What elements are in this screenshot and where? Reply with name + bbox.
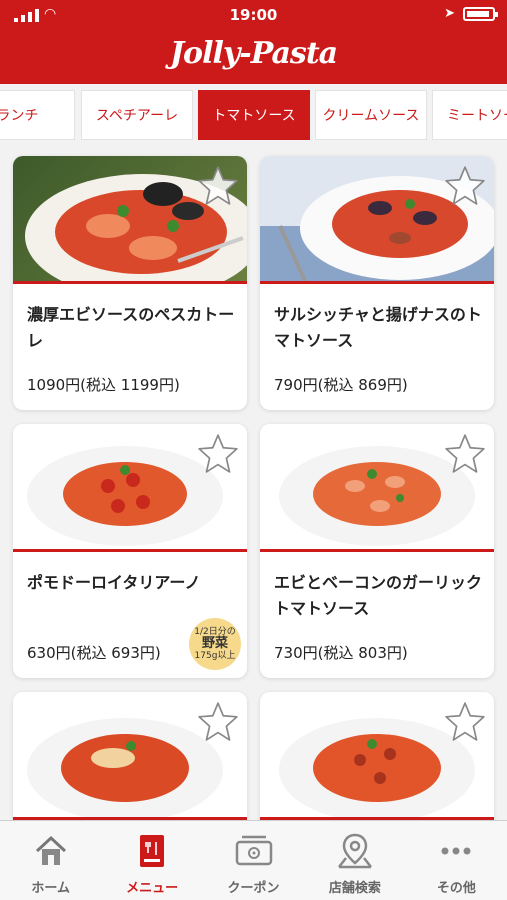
product-price: 730円(税込 803円) <box>274 644 408 662</box>
status-bar: ◠ 19:00 ➤ <box>0 0 507 30</box>
nav-more[interactable]: その他 <box>406 821 507 900</box>
location-icon: ➤ <box>444 6 455 21</box>
tab-speciale[interactable]: スペチアーレ <box>81 90 193 140</box>
tab-cream-sauce[interactable]: クリームソース <box>315 90 427 140</box>
product-price: 1090円(税込 1199円) <box>27 376 180 394</box>
favorite-star-icon[interactable] <box>197 700 239 742</box>
nav-home[interactable]: ホーム <box>0 821 101 900</box>
bottom-navigation: ホーム メニュー クーポン 店舗検索 その他 <box>0 820 507 900</box>
product-name: 濃厚エビソースのペスカトーレ <box>27 305 235 350</box>
coupon-icon <box>235 835 272 866</box>
product-price: 790円(税込 869円) <box>274 376 408 394</box>
nav-menu[interactable]: メニュー <box>101 821 202 900</box>
home-icon <box>35 835 66 865</box>
favorite-star-icon[interactable] <box>444 700 486 742</box>
product-name: エビとベーコンのガーリックトマトソース <box>274 573 483 618</box>
store-search-icon <box>337 833 372 869</box>
app-header: ◠ 19:00 ➤ Jolly-Pasta <box>0 0 507 84</box>
favorite-star-icon[interactable] <box>197 164 239 206</box>
battery-icon <box>463 6 498 21</box>
favorite-star-icon[interactable] <box>197 432 239 474</box>
status-time: 19:00 <box>229 6 278 24</box>
product-name: サルシッチャと揚げナスのトマトソース <box>274 305 482 350</box>
nav-store-search[interactable]: 店舗検索 <box>304 821 405 900</box>
more-icon <box>441 847 471 855</box>
product-name: ポモドーロイタリアーノ <box>27 573 201 592</box>
favorite-star-icon[interactable] <box>444 432 486 474</box>
vegetable-badge: 1/2日分の 野菜 175g以上 <box>189 618 241 670</box>
nav-coupon[interactable]: クーポン <box>203 821 304 900</box>
tab-meat-sauce[interactable]: ミートソース <box>432 90 507 140</box>
product-card[interactable]: 1/2日分の 野菜 175g以上 ポモドーロイタリアーノ 630円(税込 693… <box>13 424 247 678</box>
product-card[interactable]: 濃厚エビソースのペスカトーレ 1090円(税込 1199円) <box>13 156 247 410</box>
product-card[interactable]: サルシッチャと揚げナスのトマトソース 790円(税込 869円) <box>260 156 494 410</box>
category-tabs: ランチ スペチアーレ トマトソース クリームソース ミートソース <box>0 84 507 146</box>
brand-logo: Jolly-Pasta <box>169 36 338 71</box>
menu-icon <box>140 835 165 867</box>
tab-lunch[interactable]: ランチ <box>0 90 75 140</box>
product-price: 630円(税込 693円) <box>27 644 161 662</box>
tab-tomato-sauce[interactable]: トマトソース <box>198 90 310 140</box>
product-card[interactable]: エビとベーコンのガーリックトマトソース 730円(税込 803円) <box>260 424 494 678</box>
favorite-star-icon[interactable] <box>444 164 486 206</box>
